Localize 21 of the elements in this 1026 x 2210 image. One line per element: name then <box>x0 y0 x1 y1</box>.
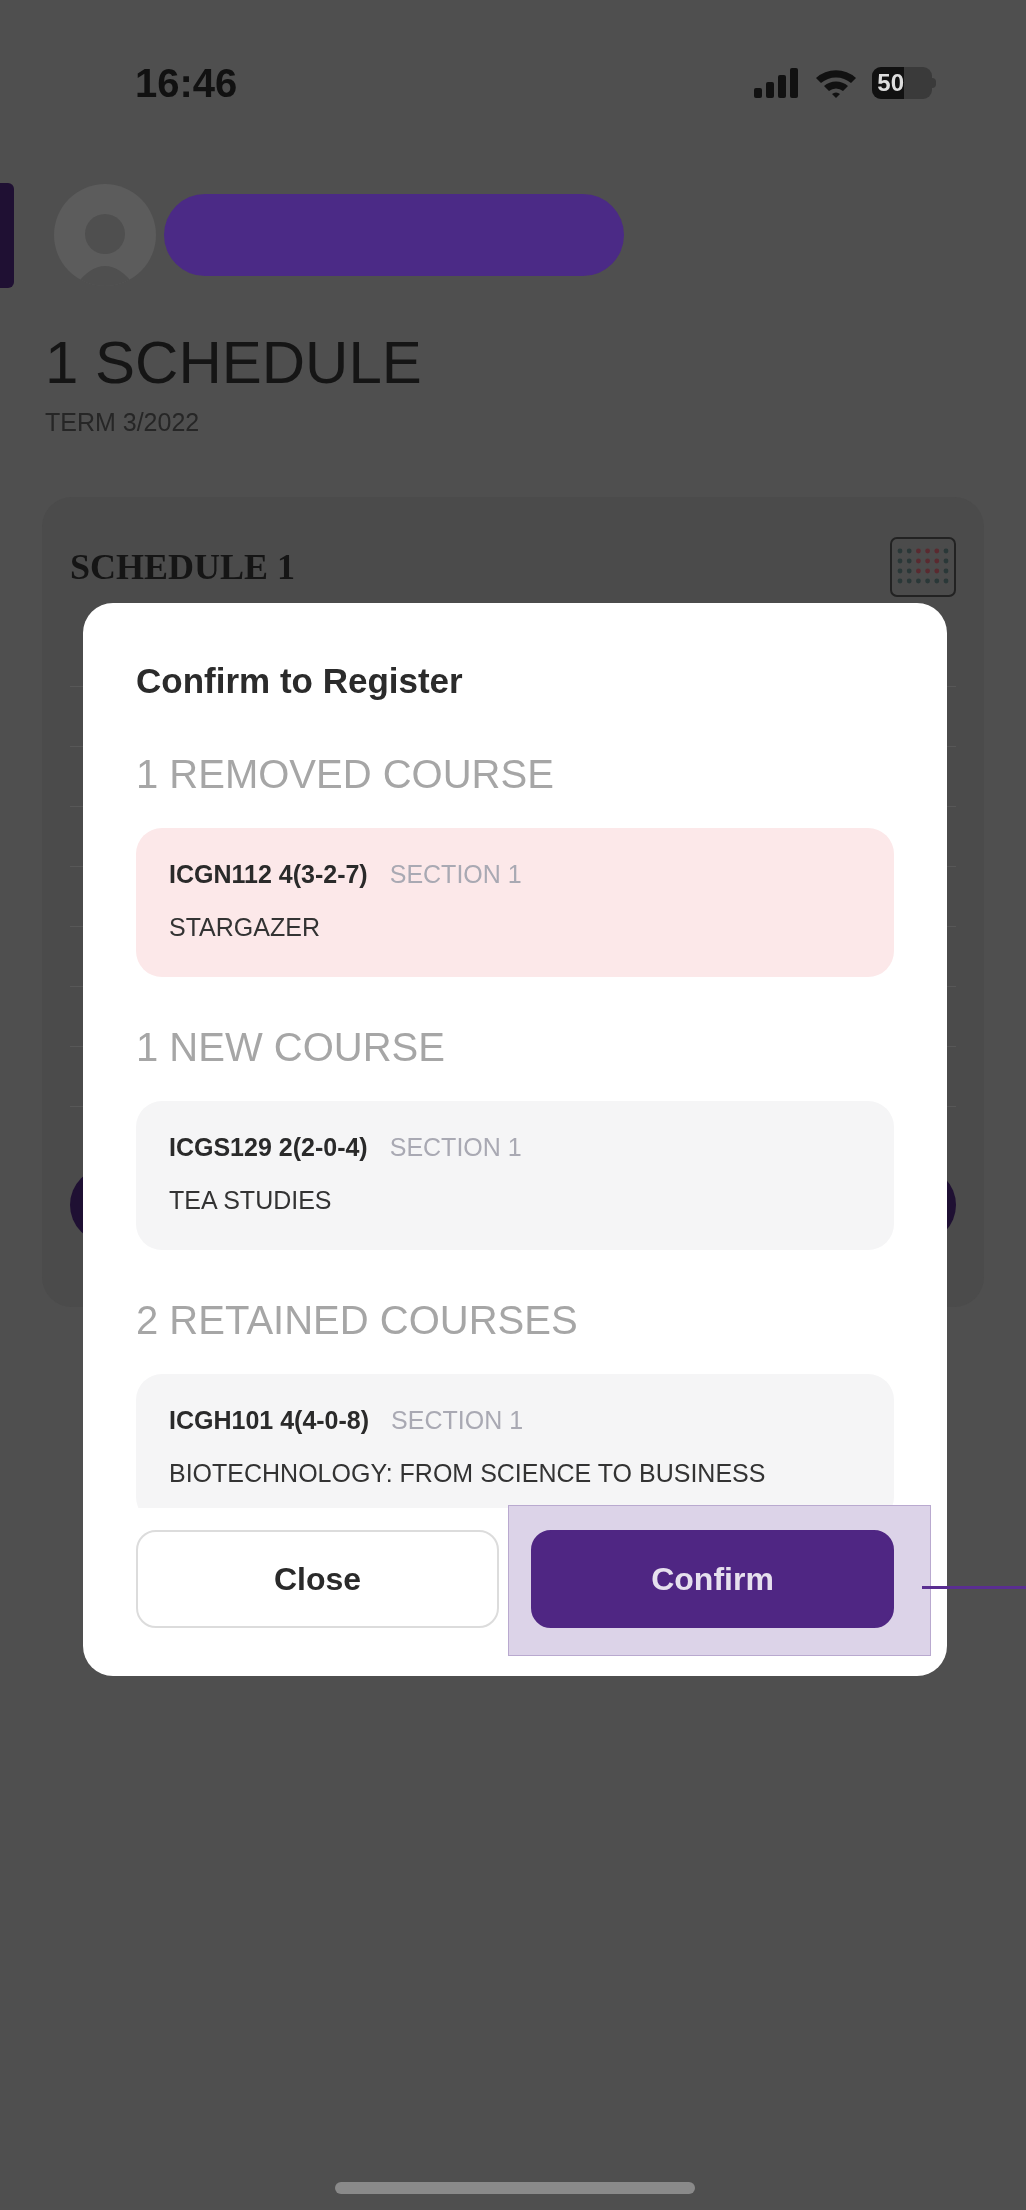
side-tab[interactable] <box>0 182 14 288</box>
close-button[interactable]: Close <box>136 1529 499 1628</box>
section-heading: 2 RETAINED COURSES <box>136 1296 579 1344</box>
calendar-icon <box>890 536 956 597</box>
section-heading: 1 REMOVED COURSE <box>136 750 555 798</box>
course-code: ICGH101 4(4-0-8) <box>169 1404 370 1436</box>
course-code: ICGN112 4(3-2-7) <box>169 858 368 890</box>
course-name: TEA STUDIES <box>169 1185 333 1216</box>
course-name: BIOTECHNOLOGY: FROM SCIENCE TO BUSINESS <box>169 1458 767 1489</box>
course-section: SECTION 1 <box>389 1128 522 1166</box>
page-title: 1 SCHEDULE <box>45 328 423 398</box>
course-code: ICGS129 2(2-0-4) <box>169 1131 368 1163</box>
confirm-button[interactable]: Confirm <box>531 1529 894 1628</box>
course-section: SECTION 1 <box>391 1401 524 1439</box>
status-time: 16:46 <box>135 59 238 107</box>
course-name: STARGAZER <box>169 912 321 943</box>
section-heading: 1 NEW COURSE <box>136 1023 446 1071</box>
dialog-title: Confirm to Register <box>136 660 464 702</box>
course-section: SECTION 1 <box>389 855 522 893</box>
signal-icon <box>754 67 800 98</box>
battery-level-text: 50 <box>876 70 904 95</box>
